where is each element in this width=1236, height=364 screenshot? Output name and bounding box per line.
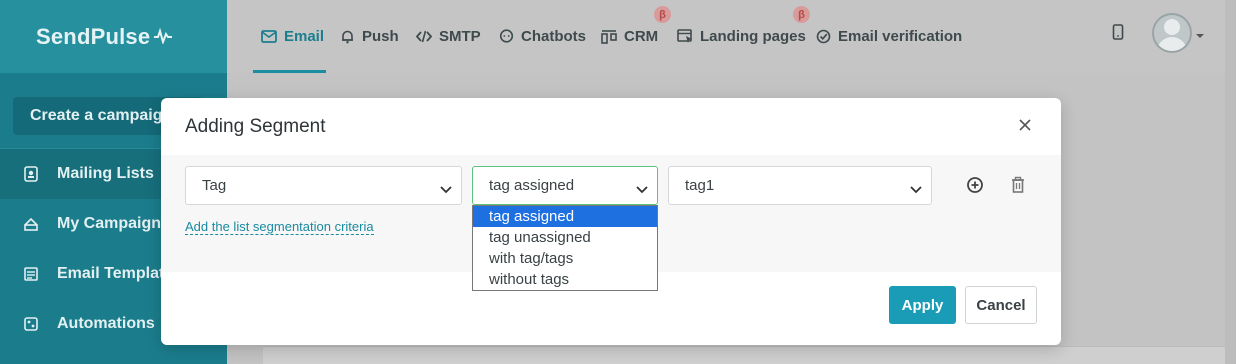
select-value: tag assigned <box>489 177 575 194</box>
tab-push[interactable]: Push <box>340 0 399 73</box>
automation-icon <box>22 315 40 333</box>
condition-select[interactable]: tag assigned <box>472 166 658 205</box>
sidebar-item-label: My Campaigns <box>57 215 170 232</box>
crm-icon <box>601 29 617 44</box>
envelope-icon <box>261 30 277 43</box>
sidebar-item-label: Automations <box>57 315 155 332</box>
tab-label: Landing pages <box>700 28 806 45</box>
cancel-button[interactable]: Cancel <box>965 286 1037 324</box>
apply-button[interactable]: Apply <box>889 286 956 324</box>
chevron-down-icon <box>910 181 922 198</box>
avatar[interactable] <box>1152 13 1192 53</box>
dropdown-option[interactable]: tag unassigned <box>473 227 657 248</box>
pulse-icon <box>154 24 173 50</box>
send-icon <box>22 215 40 233</box>
beta-badge: β <box>654 6 671 23</box>
tab-label: Chatbots <box>521 28 586 45</box>
select-value: Tag <box>202 177 227 194</box>
dropdown-option[interactable]: with tag/tags <box>473 248 657 269</box>
mobile-app-icon[interactable] <box>1112 24 1124 45</box>
tab-label: Push <box>362 28 399 45</box>
chevron-down-icon <box>636 181 648 198</box>
add-condition-icon[interactable] <box>966 176 984 194</box>
brand-logo[interactable]: SendPulse <box>0 0 227 73</box>
tab-email[interactable]: Email <box>261 0 324 73</box>
chat-icon <box>499 29 514 44</box>
code-icon <box>416 30 432 43</box>
add-criteria-link[interactable]: Add the list segmentation criteria <box>185 219 374 235</box>
tab-landing-pages[interactable]: Landing pages <box>677 0 806 73</box>
page-edge <box>1225 0 1236 364</box>
condition-dropdown-list: tag assigned tag unassigned with tag/tag… <box>472 205 658 291</box>
tab-label: Email verification <box>838 28 963 45</box>
brand-name: SendPulse <box>36 23 151 49</box>
bell-icon <box>340 29 355 44</box>
tab-chatbots[interactable]: Chatbots <box>499 0 586 73</box>
chevron-down-icon <box>440 181 452 198</box>
sidebar-item-label: Mailing Lists <box>57 165 154 182</box>
value-select[interactable]: tag1 <box>668 166 932 205</box>
trash-icon[interactable] <box>1010 176 1028 194</box>
dropdown-option[interactable]: without tags <box>473 269 657 290</box>
chevron-down-icon[interactable] <box>1196 34 1204 38</box>
dropdown-option[interactable]: tag assigned <box>473 206 657 227</box>
tab-email-verification[interactable]: Email verification <box>816 0 962 73</box>
tab-label: CRM <box>624 28 659 45</box>
adding-segment-dialog: Adding Segment Tag tag assigned tag1 Add… <box>161 98 1061 345</box>
tab-label: SMTP <box>439 28 481 45</box>
check-circle-icon <box>816 29 831 44</box>
beta-badge: β <box>793 6 810 23</box>
dialog-title: Adding Segment <box>185 116 326 137</box>
field-select[interactable]: Tag <box>185 166 462 205</box>
tab-smtp[interactable]: SMTP <box>416 0 481 73</box>
tab-crm[interactable]: CRM <box>601 0 658 73</box>
address-book-icon <box>22 165 40 183</box>
active-tab-indicator <box>253 70 326 73</box>
tab-label: Email <box>284 28 325 45</box>
templates-icon <box>22 265 40 283</box>
background-panel <box>263 346 1225 364</box>
select-value: tag1 <box>685 177 715 194</box>
landing-icon <box>677 29 693 44</box>
close-icon[interactable] <box>1016 116 1034 134</box>
